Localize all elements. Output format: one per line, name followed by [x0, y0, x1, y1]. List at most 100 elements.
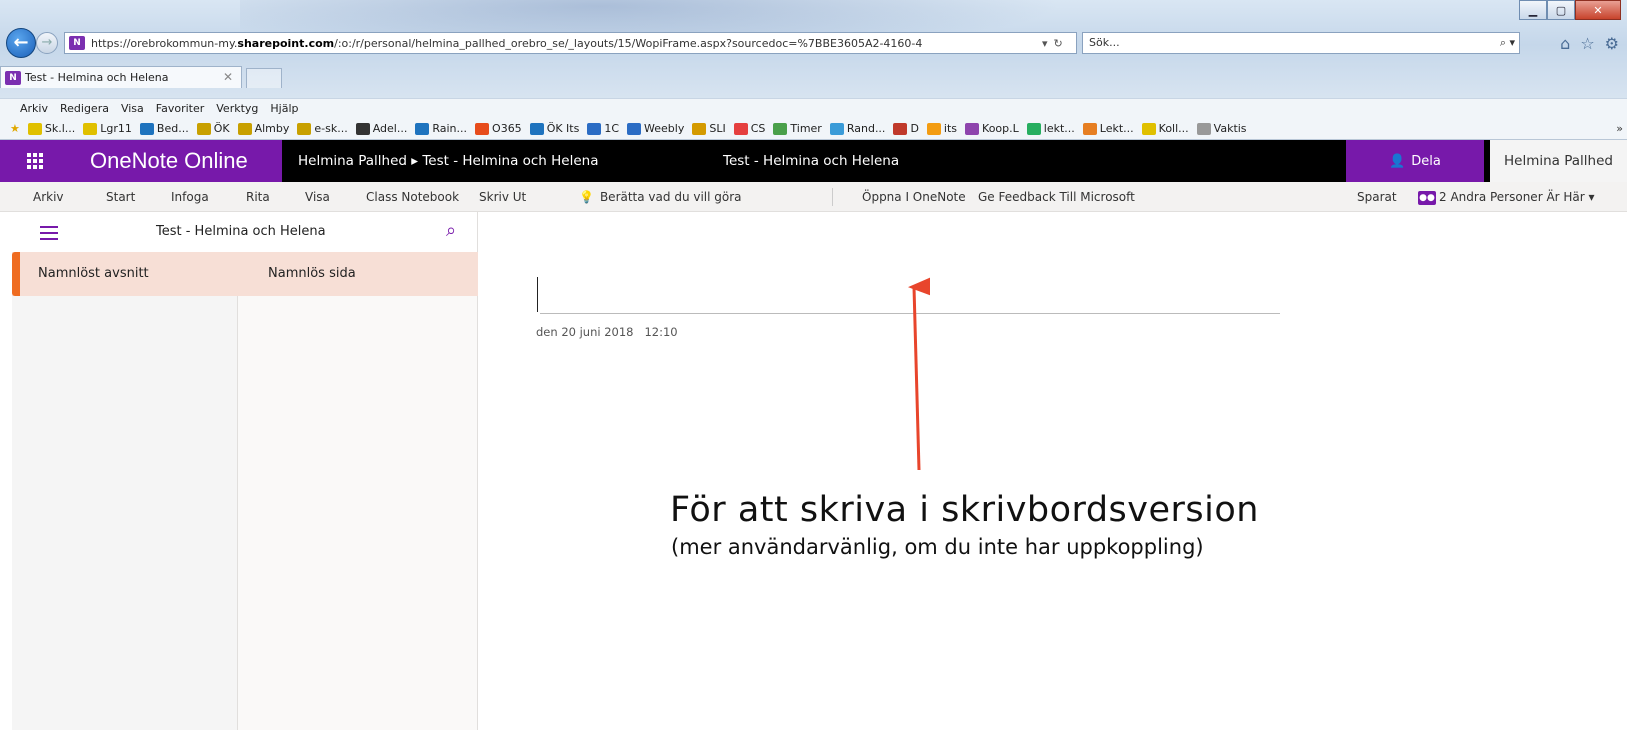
- favorite-site-icon: [1082, 122, 1097, 135]
- menu-item-hjälp[interactable]: Hjälp: [270, 102, 298, 115]
- favorite-label: ÖK Its: [546, 122, 580, 135]
- app-name[interactable]: OneNote Online: [70, 140, 282, 182]
- favorite-site-icon: [1026, 122, 1041, 135]
- favorite-link[interactable]: Adel...: [355, 122, 407, 135]
- favorite-link[interactable]: Weebly: [627, 122, 684, 135]
- favorite-link[interactable]: O365: [475, 122, 522, 135]
- address-tools: ▾ ↻: [1038, 37, 1076, 50]
- user-account-button[interactable]: Helmina Pallhed: [1490, 140, 1627, 182]
- favorite-link[interactable]: Rain...: [415, 122, 467, 135]
- favorite-link[interactable]: Koll...: [1141, 122, 1189, 135]
- tab-rita[interactable]: Rita: [246, 182, 270, 212]
- browser-chrome: ▁ ▢ ✕ ← → N https://orebrokommun-my.shar…: [0, 0, 1627, 112]
- add-person-icon: 👤: [1389, 153, 1406, 169]
- favorite-label: Koll...: [1158, 122, 1189, 135]
- document-title: Test - Helmina och Helena: [723, 153, 900, 169]
- favorite-link[interactable]: Lgr11: [83, 122, 132, 135]
- notebook-nav-header: Test - Helmina och Helena ⌕: [12, 212, 478, 252]
- tab-start[interactable]: Start: [106, 182, 135, 212]
- favorite-site-icon: [27, 122, 42, 135]
- favorite-link[interactable]: ÖK Its: [529, 122, 580, 135]
- close-window-icon[interactable]: ✕: [1575, 0, 1621, 20]
- menu-item-arkiv[interactable]: Arkiv: [20, 102, 48, 115]
- favorite-link[interactable]: Rand...: [829, 122, 885, 135]
- address-bar[interactable]: N https://orebrokommun-my.sharepoint.com…: [64, 32, 1077, 54]
- favorite-link[interactable]: SLI: [692, 122, 726, 135]
- favorite-site-icon: [1141, 122, 1156, 135]
- favorite-link[interactable]: Sk.l...: [27, 122, 75, 135]
- menu-item-verktyg[interactable]: Verktyg: [216, 102, 258, 115]
- tab-arkiv[interactable]: Arkiv: [33, 182, 64, 212]
- feedback-link[interactable]: Ge Feedback Till Microsoft: [978, 182, 1135, 212]
- section-item[interactable]: Namnlöst avsnitt: [12, 252, 238, 296]
- maximize-icon[interactable]: ▢: [1547, 0, 1575, 20]
- favorite-label: Lekt...: [1099, 122, 1134, 135]
- favorite-link[interactable]: Lekt...: [1082, 122, 1134, 135]
- favorite-link[interactable]: Almby: [237, 122, 289, 135]
- collaborators-button[interactable]: ●● 2 Andra Personer Är Här ▾: [1418, 182, 1595, 212]
- favorite-link[interactable]: e-sk...: [297, 122, 348, 135]
- menu-item-favoriter[interactable]: Favoriter: [156, 102, 204, 115]
- favorite-link[interactable]: Bed...: [139, 122, 189, 135]
- menu-item-redigera[interactable]: Redigera: [60, 102, 109, 115]
- tab-class-notebook[interactable]: Class Notebook: [366, 182, 459, 212]
- favorite-site-icon: [587, 122, 602, 135]
- browser-tab[interactable]: N Test - Helmina och Helena ✕: [0, 66, 242, 88]
- onenote-favicon-icon: N: [69, 36, 85, 50]
- favorite-link[interactable]: CS: [733, 122, 766, 135]
- hamburger-menu-icon[interactable]: [40, 226, 58, 244]
- dropdown-icon[interactable]: ▾: [1042, 37, 1048, 50]
- favorite-link[interactable]: Vaktis: [1196, 122, 1247, 135]
- browser-search-input[interactable]: Sök... ⌕ ▾: [1082, 32, 1520, 54]
- open-in-onenote-button[interactable]: Öppna I OneNote: [862, 182, 966, 212]
- navigation-bar: ← → N https://orebrokommun-my.sharepoint…: [0, 28, 1627, 58]
- tab-visa[interactable]: Visa: [305, 182, 330, 212]
- tab-close-icon[interactable]: ✕: [223, 70, 233, 84]
- tab-skriv-ut[interactable]: Skriv Ut: [479, 182, 526, 212]
- home-icon[interactable]: ⌂: [1560, 34, 1570, 53]
- favorite-link[interactable]: 1C: [587, 122, 619, 135]
- menu-item-visa[interactable]: Visa: [121, 102, 144, 115]
- forward-arrow-icon[interactable]: →: [36, 32, 58, 54]
- page-canvas[interactable]: [478, 212, 1627, 730]
- back-arrow-icon[interactable]: ←: [6, 28, 36, 58]
- favorite-label: Bed...: [156, 122, 189, 135]
- breadcrumb-owner[interactable]: Helmina Pallhed: [298, 153, 407, 169]
- chevron-down-icon: ▾: [1588, 190, 1595, 204]
- refresh-icon[interactable]: ↻: [1054, 37, 1063, 50]
- tab-infoga[interactable]: Infoga: [171, 182, 209, 212]
- favorite-site-icon: [83, 122, 98, 135]
- breadcrumb-notebook[interactable]: Test - Helmina och Helena: [422, 153, 598, 169]
- annotation-arrow: [908, 275, 930, 471]
- new-tab-button[interactable]: [246, 68, 282, 88]
- search-icon[interactable]: ⌕: [446, 220, 456, 241]
- favorite-link[interactable]: its: [926, 122, 957, 135]
- page-item[interactable]: Namnlös sida: [238, 252, 478, 296]
- favorite-site-icon: [1196, 122, 1211, 135]
- favorite-link[interactable]: ÖK: [196, 122, 230, 135]
- favorites-overflow-icon[interactable]: »: [1616, 122, 1623, 135]
- minimize-icon[interactable]: ▁: [1519, 0, 1547, 20]
- favorite-label: lekt...: [1043, 122, 1075, 135]
- favorite-site-icon: [926, 122, 941, 135]
- favorite-label: CS: [750, 122, 766, 135]
- favorite-link[interactable]: lekt...: [1026, 122, 1075, 135]
- ribbon-divider: [832, 188, 833, 206]
- favorite-link[interactable]: Koop.L: [965, 122, 1019, 135]
- favorite-site-icon: [529, 122, 544, 135]
- onenote-favicon-icon: N: [5, 70, 21, 85]
- favorite-link[interactable]: D: [893, 122, 919, 135]
- text-cursor: [537, 277, 538, 312]
- favorite-link[interactable]: Timer: [773, 122, 822, 135]
- settings-gear-icon[interactable]: ⚙: [1605, 34, 1619, 53]
- search-icon[interactable]: ⌕ ▾: [1500, 33, 1515, 53]
- tell-me-search[interactable]: 💡 Berätta vad du vill göra: [579, 182, 742, 212]
- favorite-site-icon: [893, 122, 908, 135]
- favorites-star-icon[interactable]: ☆: [1580, 34, 1594, 53]
- share-button[interactable]: 👤 Dela: [1346, 140, 1484, 182]
- browser-toolbar-icons: ⌂ ☆ ⚙: [1560, 34, 1619, 53]
- favorite-site-icon: [829, 122, 844, 135]
- favorite-label: Koop.L: [982, 122, 1019, 135]
- favorites-star-icon[interactable]: ★: [10, 122, 20, 135]
- app-launcher-icon[interactable]: [0, 140, 70, 182]
